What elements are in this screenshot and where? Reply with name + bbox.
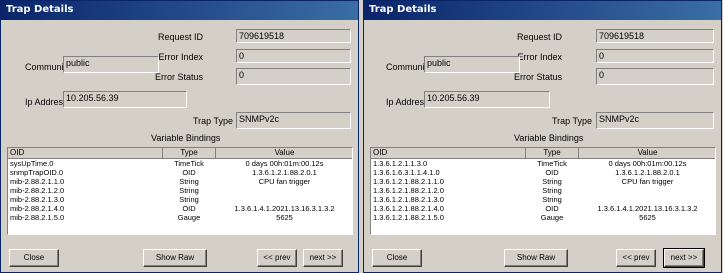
oid-cell: 1.3.6.1.6.3.1.1.4.1.0 (373, 169, 440, 177)
type-cell: TimeTick (537, 159, 567, 168)
column-header-type[interactable]: Type (526, 148, 579, 159)
ip-address-label: Ip Address (25, 97, 68, 107)
type-cell: String (179, 186, 199, 195)
table-row[interactable]: mib-2.88.2.1.4.0 OID 1.3.6.1.4.1.2021.13.1… (8, 205, 352, 213)
type-cell: String (542, 186, 562, 195)
table-row[interactable]: mib-2.88.2.1.2.0 String (8, 187, 352, 195)
column-header-oid[interactable]: OID (8, 148, 163, 159)
type-cell: TimeTick (174, 159, 204, 168)
oid-cell: snmpTrapOID.0 (10, 169, 64, 177)
type-cell: String (179, 177, 199, 186)
table-row[interactable]: 1.3.6.1.2.1.88.2.1.5.0 Gauge 5625 (371, 214, 715, 222)
trap-type-label: Trap Type (192, 116, 233, 126)
error-index-field[interactable]: 0 (596, 49, 714, 63)
variable-bindings-table[interactable]: OID Type Value sysUpTime.0 TimeTick 0 days… (7, 147, 353, 235)
prev-button[interactable]: << prev (257, 249, 297, 267)
value-cell: CPU fan trigger (258, 177, 311, 186)
type-cell: String (179, 195, 199, 204)
type-cell: Gauge (177, 213, 201, 222)
error-status-label: Error Status (154, 72, 203, 82)
table-row[interactable]: 1.3.6.1.2.1.88.2.1.1.0 String CPU fan trig… (371, 178, 715, 186)
value-cell: 5625 (639, 213, 656, 222)
trap-type-field[interactable]: SNMPv2c (596, 112, 714, 129)
column-header-value[interactable]: Value (579, 148, 715, 159)
show-raw-button[interactable]: Show Raw (504, 249, 568, 267)
type-cell: OID (545, 204, 559, 213)
column-header-type[interactable]: Type (163, 148, 216, 159)
request-id-field[interactable]: 709619518 (236, 29, 351, 43)
column-header-oid[interactable]: OID (371, 148, 526, 159)
oid-cell: 1.3.6.1.2.1.88.2.1.1.0 (373, 178, 444, 186)
next-button[interactable]: next >> (303, 249, 343, 267)
variable-bindings-label: Variable Bindings (514, 133, 584, 143)
table-row[interactable]: 1.3.6.1.2.1.88.2.1.3.0 String (371, 196, 715, 204)
request-id-field[interactable]: 709619518 (596, 29, 714, 43)
type-cell: OID (545, 168, 559, 177)
window-title: Trap Details (369, 4, 437, 15)
oid-cell: mib-2.88.2.1.1.0 (10, 178, 65, 186)
error-status-field[interactable]: 0 (596, 68, 714, 85)
ip-address-field[interactable]: 10.205.56.39 (63, 91, 187, 108)
oid-cell: 1.3.6.1.2.1.88.2.1.4.0 (373, 205, 444, 213)
request-id-label: Request ID (157, 32, 203, 42)
oid-cell: mib-2.88.2.1.5.0 (10, 214, 65, 222)
community-field[interactable]: public (424, 56, 520, 73)
error-status-label: Error Status (513, 72, 562, 82)
title-bar[interactable]: Trap Details (364, 1, 721, 20)
oid-cell: mib-2.88.2.1.3.0 (10, 196, 65, 204)
show-raw-button[interactable]: Show Raw (143, 249, 207, 267)
value-cell: 0 days 00h:01m:00.12s (608, 159, 687, 168)
table-row[interactable]: 1.3.6.1.2.1.1.3.0 TimeTick 0 days 00h:01m:… (371, 160, 715, 168)
trap-details-window-left: Trap Details Request ID 709619518 Error … (0, 0, 359, 273)
oid-cell: 1.3.6.1.2.1.1.3.0 (373, 160, 428, 168)
variable-bindings-label: Variable Bindings (151, 133, 221, 143)
table-row[interactable]: 1.3.6.1.2.1.88.2.1.2.0 String (371, 187, 715, 195)
value-cell: 1.3.6.1.2.1.88.2.0.1 (615, 168, 680, 177)
close-button[interactable]: Close (372, 249, 422, 267)
value-cell: 1.3.6.1.2.1.88.2.0.1 (252, 168, 317, 177)
value-cell: 1.3.6.1.4.1.2021.13.16.3.1.3.2 (234, 204, 335, 213)
next-button[interactable]: next >> (663, 248, 705, 268)
table-header: OID Type Value (8, 148, 352, 159)
type-cell: OID (182, 168, 196, 177)
oid-cell: 1.3.6.1.2.1.88.2.1.5.0 (373, 214, 444, 222)
oid-cell: mib-2.88.2.1.4.0 (10, 205, 65, 213)
type-cell: Gauge (540, 213, 564, 222)
oid-cell: 1.3.6.1.2.1.88.2.1.2.0 (373, 187, 444, 195)
table-row[interactable]: sysUpTime.0 TimeTick 0 days 00h:01m:00.12s (8, 160, 352, 168)
title-bar[interactable]: Trap Details (1, 1, 358, 20)
oid-cell: mib-2.88.2.1.2.0 (10, 187, 65, 195)
value-cell: 0 days 00h:01m:00.12s (245, 159, 324, 168)
table-row[interactable]: mib-2.88.2.1.1.0 String CPU fan trigger (8, 178, 352, 186)
variable-bindings-table[interactable]: OID Type Value 1.3.6.1.2.1.1.3.0 TimeTick… (370, 147, 716, 235)
trap-details-window-right: Trap Details Request ID 709619518 Error … (363, 0, 722, 273)
type-cell: String (542, 177, 562, 186)
type-cell: OID (182, 204, 196, 213)
table-row[interactable]: mib-2.88.2.1.3.0 String (8, 196, 352, 204)
ip-address-field[interactable]: 10.205.56.39 (424, 91, 550, 108)
table-row[interactable]: mib-2.88.2.1.5.0 Gauge 5625 (8, 214, 352, 222)
column-header-value[interactable]: Value (216, 148, 352, 159)
value-cell: 5625 (276, 213, 293, 222)
table-header: OID Type Value (371, 148, 715, 159)
type-cell: String (542, 195, 562, 204)
oid-cell: 1.3.6.1.2.1.88.2.1.3.0 (373, 196, 444, 204)
oid-cell: sysUpTime.0 (10, 160, 54, 168)
error-status-field[interactable]: 0 (236, 68, 351, 85)
value-cell: CPU fan trigger (621, 177, 674, 186)
request-id-label: Request ID (516, 32, 562, 42)
error-index-field[interactable]: 0 (236, 49, 351, 63)
table-row[interactable]: 1.3.6.1.2.1.88.2.1.4.0 OID 1.3.6.1.4.1.202… (371, 205, 715, 213)
trap-type-label: Trap Type (551, 116, 592, 126)
table-row[interactable]: snmpTrapOID.0 OID 1.3.6.1.2.1.88.2.0.1 (8, 169, 352, 177)
close-button[interactable]: Close (9, 249, 59, 267)
window-title: Trap Details (6, 4, 74, 15)
prev-button[interactable]: << prev (616, 249, 656, 267)
trap-type-field[interactable]: SNMPv2c (236, 112, 351, 129)
ip-address-label: Ip Address (386, 97, 429, 107)
value-cell: 1.3.6.1.4.1.2021.13.16.3.1.3.2 (597, 204, 698, 213)
community-field[interactable]: public (63, 56, 159, 73)
table-row[interactable]: 1.3.6.1.6.3.1.1.4.1.0 OID 1.3.6.1.2.1.88.2… (371, 169, 715, 177)
